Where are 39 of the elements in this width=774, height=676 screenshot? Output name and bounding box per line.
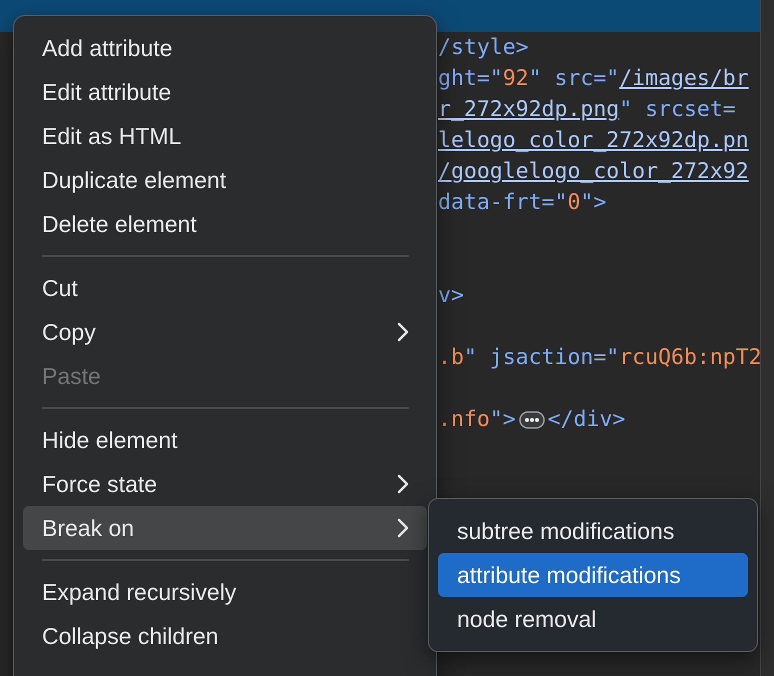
attribute-text: " jsaction=" xyxy=(464,344,620,372)
link-text[interactable]: lelogo_color_272x92dp.pn xyxy=(438,125,749,156)
chevron-right-icon xyxy=(397,474,409,494)
value-text: 92 xyxy=(502,65,529,93)
menu-item[interactable]: Duplicate element xyxy=(23,158,427,202)
menu-item[interactable]: Add attribute xyxy=(23,26,427,70)
menu-item[interactable]: Edit attribute xyxy=(23,70,427,114)
value-text: 0 xyxy=(567,189,580,217)
ellipsis-icon[interactable] xyxy=(518,410,545,428)
menu-item[interactable]: Edit as HTML xyxy=(23,114,427,158)
attribute-text: data-frt=" xyxy=(438,189,568,217)
menu-item[interactable]: Hide element xyxy=(23,418,427,462)
link-text[interactable]: /googlelogo_color_272x92 xyxy=(438,156,749,187)
tag-text: "> xyxy=(580,189,606,217)
tag-text: "> xyxy=(490,406,516,434)
chevron-right-icon xyxy=(397,322,409,342)
menu-item[interactable]: Cut xyxy=(23,266,427,310)
tag-text: </div> xyxy=(548,406,626,434)
menu-item[interactable]: Force state xyxy=(23,462,427,506)
tag-text: /style> xyxy=(438,34,529,62)
menu-item[interactable]: node removal xyxy=(438,597,748,641)
value-text: .b xyxy=(438,344,464,372)
attribute-text: " srcset= xyxy=(619,96,736,124)
attribute-text: " src=" xyxy=(528,65,620,93)
link-text[interactable]: /images/br xyxy=(619,63,749,94)
value-text: .nfo xyxy=(438,406,490,434)
tag-text: v> xyxy=(438,282,464,310)
menu-item[interactable]: subtree modifications xyxy=(438,509,748,553)
link-text[interactable]: r_272x92dp.png xyxy=(438,94,620,125)
menu-item[interactable]: Break on xyxy=(23,506,427,550)
menu-item[interactable]: Delete element xyxy=(23,202,427,246)
menu-item[interactable]: Expand recursively xyxy=(23,570,427,614)
scrollbar[interactable] xyxy=(760,0,774,676)
chevron-right-icon xyxy=(397,518,409,538)
attribute-text: ght=" xyxy=(438,65,503,93)
menu-item[interactable]: attribute modifications xyxy=(438,553,748,597)
menu-item[interactable]: Copy xyxy=(23,310,427,354)
value-text: rcuQ6b:npT2 xyxy=(619,344,762,372)
menu-item[interactable]: Collapse children xyxy=(23,614,427,658)
